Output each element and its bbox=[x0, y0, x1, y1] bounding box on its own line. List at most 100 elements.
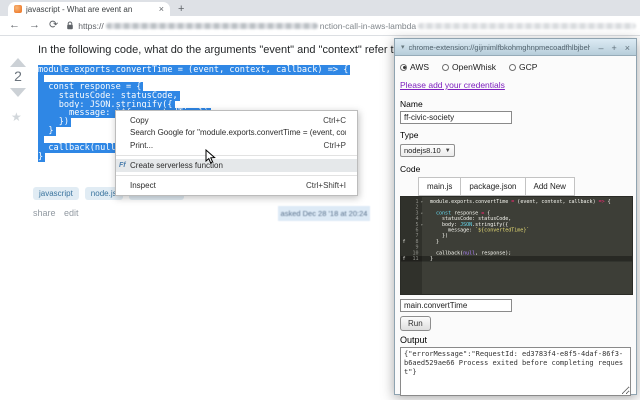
menu-item-print[interactable]: Print... Ctrl+P bbox=[116, 139, 357, 152]
function-name-input[interactable] bbox=[400, 299, 512, 312]
tab-close-icon[interactable]: × bbox=[159, 4, 164, 14]
line-number: 6 bbox=[415, 227, 419, 233]
line-number: 10 bbox=[412, 250, 419, 256]
radio-aws[interactable] bbox=[400, 63, 407, 71]
browser-toolbar: ← → ⟳ https:// nction-call-in-aws-lambda bbox=[0, 16, 640, 36]
close-icon[interactable]: × bbox=[625, 43, 630, 53]
popup-titlebar[interactable]: ▾ chrome-extension://gijmimlfbkohmghnpme… bbox=[395, 39, 636, 56]
code-tab-package-json[interactable]: package.json bbox=[460, 177, 526, 196]
menu-shortcut: Ctrl+C bbox=[323, 115, 346, 125]
provider-gcp[interactable]: GCP bbox=[508, 62, 538, 72]
blurred-url-segment bbox=[418, 22, 637, 29]
back-icon[interactable]: ← bbox=[9, 20, 20, 31]
url-scheme: https:// bbox=[78, 20, 104, 31]
menu-item-inspect[interactable]: Inspect Ctrl+Shift+I bbox=[116, 179, 357, 192]
window-controls: – + × bbox=[590, 38, 630, 56]
code-line: module.exports.convertTime = (event, con… bbox=[38, 65, 351, 75]
tag-javascript[interactable]: javascript bbox=[33, 187, 79, 200]
menu-item-label: Search Google for "module.exports.conver… bbox=[130, 128, 346, 138]
favorite-star-icon[interactable]: ★ bbox=[11, 110, 22, 124]
line-number: 11 bbox=[412, 255, 419, 262]
menu-separator bbox=[116, 154, 357, 156]
upvote-arrow-icon[interactable] bbox=[10, 58, 26, 67]
code-editor[interactable]: 1 ▾ module.exports.convertTime = (event, c… bbox=[400, 196, 633, 295]
line-number: 3 bbox=[415, 210, 419, 216]
menu-item-label: Print... bbox=[130, 140, 154, 150]
line-number: 7 bbox=[415, 233, 419, 239]
edit-link[interactable]: edit bbox=[64, 208, 79, 218]
cursor-pointer bbox=[205, 149, 216, 164]
downvote-arrow-icon[interactable] bbox=[10, 88, 26, 97]
vote-count: 2 bbox=[14, 68, 22, 84]
url-visible-text: nction-call-in-aws-lambda bbox=[319, 20, 417, 31]
reload-icon[interactable]: ⟳ bbox=[49, 20, 58, 31]
selected-text: } bbox=[38, 151, 46, 162]
type-select[interactable]: nodejs8.10 ▼ bbox=[400, 144, 455, 157]
run-button[interactable]: Run bbox=[400, 316, 431, 331]
output-textarea[interactable]: {"errorMessage":"RequestId: ed3783f4-e8f… bbox=[400, 347, 631, 396]
new-tab-button[interactable]: + bbox=[178, 2, 184, 16]
line-number: 1 bbox=[415, 199, 419, 205]
selected-text: } bbox=[38, 125, 56, 136]
popup-body: AWS OpenWhisk GCP Please add your credenti… bbox=[395, 56, 636, 400]
editor-code-text: callback(null, response); bbox=[430, 250, 512, 256]
maximize-icon[interactable]: + bbox=[611, 43, 616, 53]
tab-title: javascript - What are event an bbox=[26, 4, 133, 14]
stackoverflow-favicon-icon bbox=[14, 5, 22, 13]
share-link[interactable]: share bbox=[33, 208, 56, 218]
code-tab-bar: main.js package.json Add New bbox=[418, 177, 631, 196]
provider-label: AWS bbox=[410, 62, 430, 72]
popup-title: chrome-extension://gijmimlfbkohmghnpmeco… bbox=[408, 42, 591, 52]
provider-radio-group: AWS OpenWhisk GCP bbox=[400, 62, 631, 72]
titlebar-dropdown-icon[interactable]: ▾ bbox=[401, 43, 405, 51]
provider-aws[interactable]: AWS bbox=[400, 62, 429, 72]
extension-popup: ▾ chrome-extension://gijmimlfbkohmghnpme… bbox=[394, 38, 637, 396]
type-select-value: nodejs8.10 bbox=[404, 146, 441, 155]
menu-shortcut: Ctrl+Shift+I bbox=[305, 180, 346, 190]
line-number: 5 bbox=[415, 221, 419, 228]
line-number: 4 bbox=[415, 216, 419, 222]
line-number: 8 bbox=[415, 238, 419, 245]
editor-line: f 11} bbox=[401, 255, 632, 262]
radio-gcp[interactable] bbox=[508, 63, 516, 71]
context-menu: Copy Ctrl+C Search Google for "module.expo… bbox=[115, 110, 358, 196]
menu-shortcut: Ctrl+P bbox=[323, 140, 346, 150]
minimize-icon[interactable]: – bbox=[598, 43, 603, 53]
editor-code-text: } bbox=[430, 255, 434, 262]
selected-text: module.exports.convertTime = (event, con… bbox=[38, 65, 351, 75]
provider-label: OpenWhisk bbox=[452, 62, 496, 72]
provider-label: GCP bbox=[518, 62, 538, 72]
post-actions: share edit bbox=[33, 208, 85, 218]
radio-openwhisk[interactable] bbox=[442, 63, 450, 71]
credentials-link[interactable]: Please add your credentials bbox=[400, 80, 505, 90]
menu-item-label: Copy bbox=[130, 115, 149, 125]
browser-window: javascript - What are event an × + ← → ⟳… bbox=[0, 0, 640, 400]
tab-strip: javascript - What are event an × + bbox=[0, 0, 640, 16]
code-tab-add-new[interactable]: Add New bbox=[524, 177, 575, 196]
code-label: Code bbox=[400, 164, 421, 174]
url-bar[interactable]: https:// nction-call-in-aws-lambda bbox=[66, 19, 640, 33]
menu-item-create-serverless-function[interactable]: Ff Create serverless function bbox=[116, 158, 357, 172]
menu-item-copy[interactable]: Copy Ctrl+C bbox=[116, 114, 357, 127]
blurred-url-segment bbox=[105, 22, 318, 29]
type-label: Type bbox=[400, 130, 419, 140]
name-input[interactable] bbox=[400, 111, 512, 124]
name-label: Name bbox=[400, 99, 423, 109]
menu-item-label: Inspect bbox=[130, 180, 156, 190]
menu-separator bbox=[116, 175, 357, 176]
lock-icon bbox=[67, 21, 74, 30]
browser-tab[interactable]: javascript - What are event an × bbox=[8, 2, 170, 16]
extension-ff-icon: Ff bbox=[119, 161, 126, 169]
forward-icon[interactable]: → bbox=[29, 20, 40, 31]
editor-code-text: module.exports.convertTime = (event, con… bbox=[430, 199, 611, 205]
editor-line: 1 ▾ module.exports.convertTime = (event, c… bbox=[401, 199, 632, 205]
asked-date-badge: asked Dec 28 '18 at 20:24 bbox=[278, 206, 370, 221]
line-number: 2 bbox=[415, 204, 419, 211]
gutter-cell: f 11 bbox=[401, 256, 422, 262]
gutter-marker: f bbox=[402, 255, 406, 262]
menu-item-search-google-for[interactable]: Search Google for "module.exports.conver… bbox=[116, 127, 357, 140]
code-tab-main-js[interactable]: main.js bbox=[418, 177, 462, 196]
line-number: 9 bbox=[415, 244, 419, 251]
output-label: Output bbox=[400, 335, 428, 345]
provider-openwhisk[interactable]: OpenWhisk bbox=[442, 62, 496, 72]
